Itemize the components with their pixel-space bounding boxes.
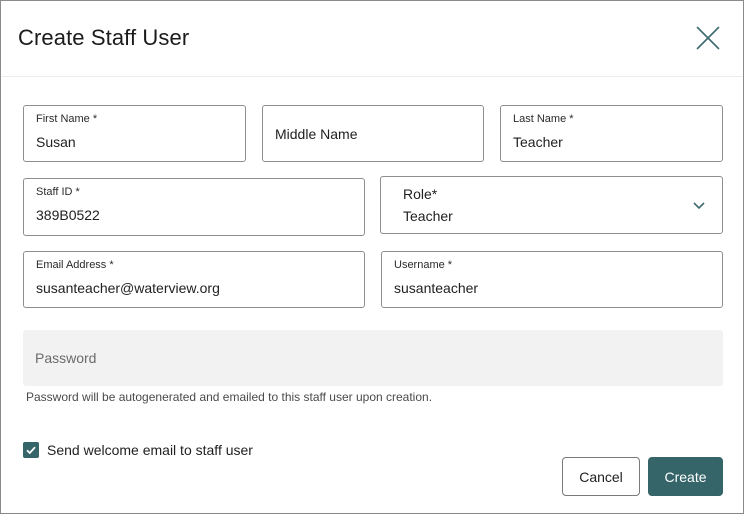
- role-label: Role*: [403, 186, 438, 202]
- create-staff-user-dialog: Create Staff User First Name * Susan Mid…: [0, 0, 744, 514]
- email-label: Email Address *: [36, 259, 114, 271]
- chevron-down-icon: [693, 202, 705, 210]
- first-name-field[interactable]: First Name * Susan: [23, 105, 246, 162]
- password-placeholder: Password: [35, 350, 97, 366]
- last-name-value: Teacher: [513, 134, 563, 150]
- create-button[interactable]: Create: [648, 457, 723, 496]
- cancel-button[interactable]: Cancel: [562, 457, 640, 496]
- first-name-label: First Name *: [36, 113, 98, 125]
- header-divider: [2, 76, 742, 77]
- last-name-field[interactable]: Last Name * Teacher: [500, 105, 723, 162]
- close-button[interactable]: [693, 23, 723, 53]
- role-select[interactable]: Role* Teacher: [380, 176, 723, 234]
- password-helper-text: Password will be autogenerated and email…: [26, 390, 433, 404]
- welcome-email-label[interactable]: Send welcome email to staff user: [47, 442, 253, 458]
- username-label: Username *: [394, 259, 453, 271]
- staff-id-value: 389B0522: [36, 207, 100, 223]
- email-value: susanteacher@waterview.org: [36, 280, 220, 296]
- checkmark-icon: [26, 446, 36, 455]
- welcome-email-option: Send welcome email to staff user: [23, 441, 253, 459]
- middle-name-field[interactable]: Middle Name: [262, 105, 484, 162]
- staff-id-label: Staff ID *: [36, 186, 80, 198]
- email-field[interactable]: Email Address * susanteacher@waterview.o…: [23, 251, 365, 308]
- last-name-label: Last Name *: [513, 113, 574, 125]
- dialog-title: Create Staff User: [18, 25, 190, 50]
- username-value: susanteacher: [394, 280, 479, 296]
- middle-name-placeholder: Middle Name: [275, 126, 358, 142]
- close-x-icon: [696, 26, 720, 50]
- username-field[interactable]: Username * susanteacher: [381, 251, 723, 308]
- first-name-value: Susan: [36, 134, 76, 150]
- staff-id-field[interactable]: Staff ID * 389B0522: [23, 178, 365, 236]
- role-value: Teacher: [403, 208, 453, 224]
- password-field: Password: [23, 330, 723, 386]
- welcome-email-checkbox[interactable]: [23, 442, 39, 458]
